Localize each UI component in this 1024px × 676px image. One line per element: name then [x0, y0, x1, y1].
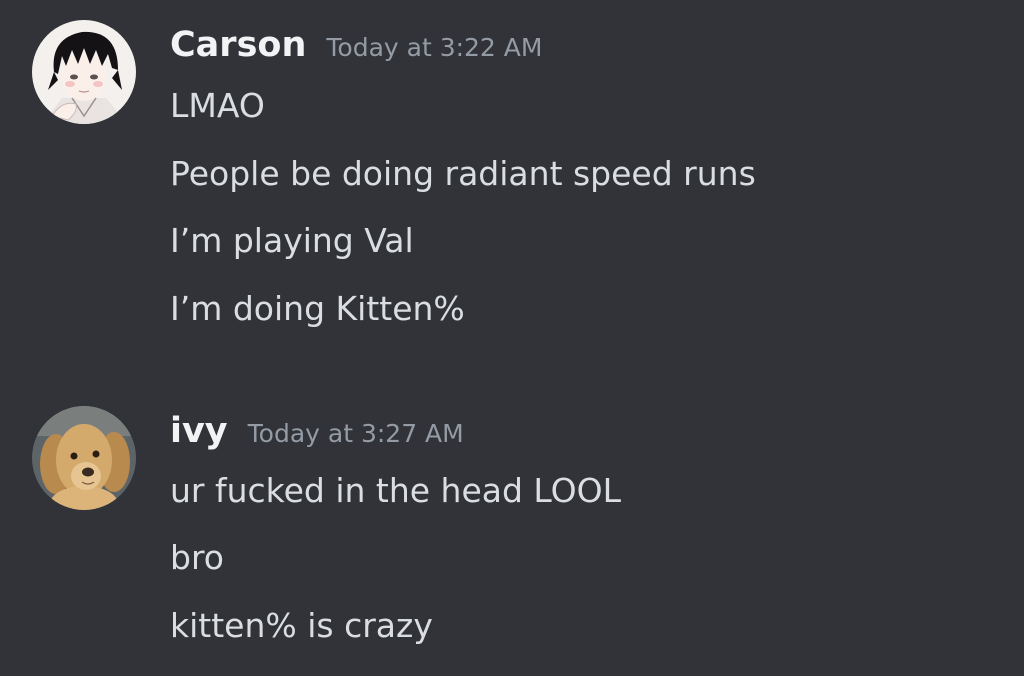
username[interactable]: Carson — [170, 20, 306, 70]
golden-retriever-avatar-icon — [32, 406, 136, 510]
message-header: ivy Today at 3:27 AM — [170, 406, 464, 456]
message-text[interactable]: bro — [170, 536, 224, 580]
avatar[interactable] — [32, 406, 136, 510]
avatar[interactable] — [32, 20, 136, 124]
message-text[interactable]: I’m playing Val — [170, 219, 414, 263]
anime-boy-avatar-icon — [32, 20, 136, 124]
message-text[interactable]: LMAO — [170, 84, 265, 128]
chat-messages: Carson Today at 3:22 AM LMAO People be do… — [0, 0, 1024, 676]
timestamp[interactable]: Today at 3:27 AM — [248, 409, 464, 459]
message-text[interactable]: kitten% is crazy — [170, 604, 433, 648]
message-text[interactable]: ur fucked in the head LOOL — [170, 469, 621, 513]
message-header: Carson Today at 3:22 AM — [170, 20, 542, 70]
message-text[interactable]: I’m doing Kitten% — [170, 287, 465, 331]
timestamp[interactable]: Today at 3:22 AM — [326, 23, 542, 73]
message-text[interactable]: People be doing radiant speed runs — [170, 152, 756, 196]
username[interactable]: ivy — [170, 406, 228, 456]
